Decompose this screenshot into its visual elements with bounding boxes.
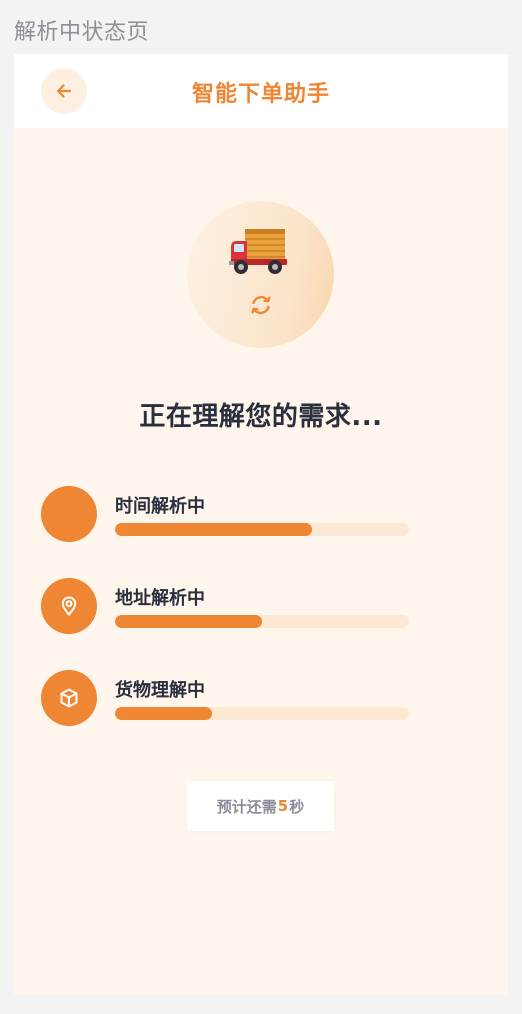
phone-screen: 智能下单助手 正在理解您的需求... 时间解析中 地址解析中 货物理解中 预计还… [14, 54, 508, 995]
top-header: 智能下单助手 [14, 54, 508, 128]
step-time-parsing: 时间解析中 [41, 486, 481, 542]
eta-seconds: 5 [277, 797, 289, 815]
progress-track [115, 707, 409, 720]
progress-fill [115, 615, 262, 628]
step-address-parsing: 地址解析中 [41, 578, 481, 634]
eta-suffix: 秒 [289, 797, 305, 816]
loading-spinner-icon [251, 295, 271, 315]
location-pin-icon [41, 578, 97, 634]
blank-icon [41, 486, 97, 542]
step-label: 时间解析中 [115, 496, 205, 517]
page-label: 解析中状态页 [14, 20, 150, 45]
eta-prefix: 预计还需 [216, 797, 277, 816]
parsing-title: 正在理解您的需求... [139, 402, 383, 432]
progress-fill [115, 707, 213, 720]
step-label: 地址解析中 [115, 588, 205, 609]
progress-track [115, 615, 409, 628]
step-label: 货物理解中 [115, 680, 205, 701]
progress-track [115, 523, 409, 536]
header-title: 智能下单助手 [191, 82, 330, 107]
progress-fill [115, 523, 312, 536]
step-cargo-understanding: 货物理解中 [41, 670, 481, 726]
parsing-illustration [187, 201, 334, 348]
delivery-truck-icon [229, 229, 287, 274]
eta-card: 预计还需 5 秒 [187, 781, 334, 831]
package-box-icon [41, 670, 97, 726]
